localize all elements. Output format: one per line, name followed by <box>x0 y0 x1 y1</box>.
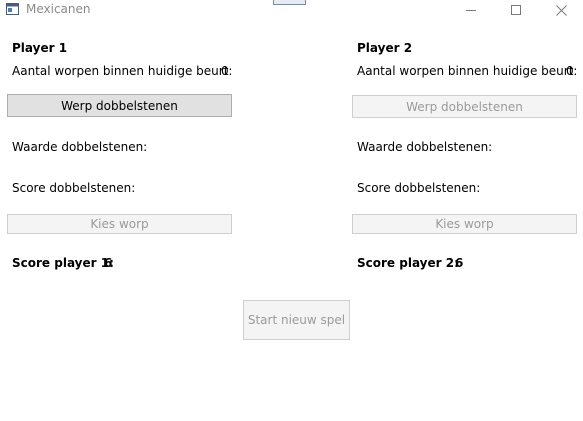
player2-choose-button[interactable]: Kies worp <box>352 214 577 234</box>
maximize-button[interactable] <box>494 0 538 20</box>
player1-choose-button[interactable]: Kies worp <box>7 214 232 234</box>
player2-score-value: 6 <box>455 256 464 270</box>
player1-dice-value-label: Waarde dobbelstenen: <box>12 140 148 154</box>
player2-score-label: Score player 2: <box>357 256 459 270</box>
player1-throws-value: 0 <box>221 64 229 78</box>
player2-throw-button[interactable]: Werp dobbelstenen <box>352 95 577 118</box>
window-title: Mexicanen <box>26 2 91 16</box>
title-bar: Mexicanen <box>0 0 583 20</box>
player2-dice-value-label: Waarde dobbelstenen: <box>357 140 493 154</box>
window-grip <box>273 0 306 5</box>
minimize-icon <box>465 9 476 11</box>
minimize-button[interactable] <box>449 0 493 20</box>
player1-score-value: 6 <box>104 256 113 270</box>
close-button[interactable] <box>539 0 583 20</box>
new-game-button[interactable]: Start nieuw spel <box>243 300 350 340</box>
player1-throws-label: Aantal worpen binnen huidige beurt: <box>12 64 233 78</box>
player1-heading: Player 1 <box>12 41 68 55</box>
player1-score-label: Score player 1: <box>12 256 114 270</box>
player2-heading: Player 2 <box>357 41 413 55</box>
player1-throw-button[interactable]: Werp dobbelstenen <box>7 94 232 117</box>
player1-dice-score-label: Score dobbelstenen: <box>12 181 136 195</box>
player2-throws-value: 0 <box>566 64 574 78</box>
close-icon <box>555 4 567 16</box>
app-icon <box>6 3 19 15</box>
player2-throws-label: Aantal worpen binnen huidige beurt: <box>357 64 578 78</box>
maximize-icon <box>510 4 521 15</box>
player2-dice-score-label: Score dobbelstenen: <box>357 181 481 195</box>
